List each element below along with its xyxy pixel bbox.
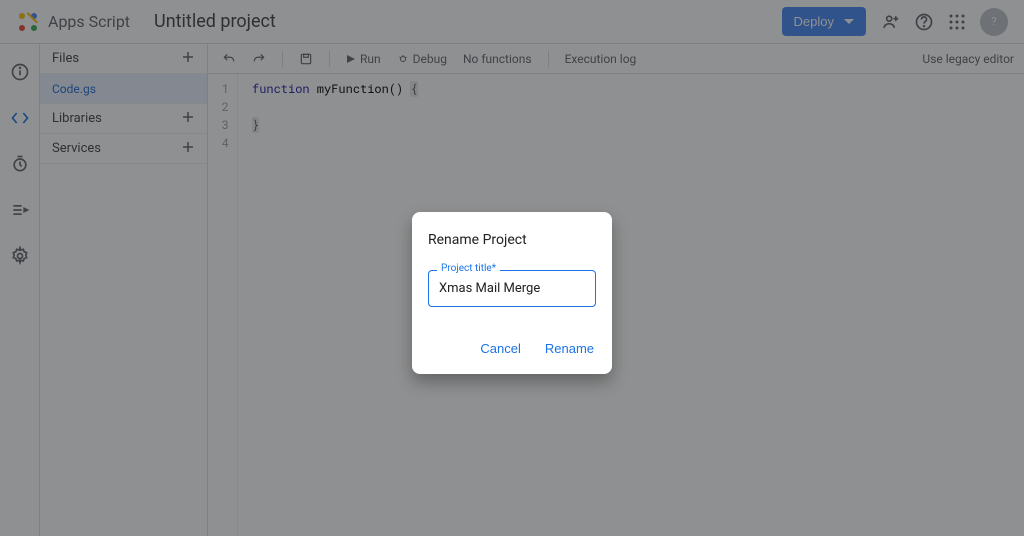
rename-button[interactable]: Rename [543,335,596,362]
modal-overlay[interactable]: Rename Project Project title* Cancel Ren… [0,0,1024,536]
rename-dialog: Rename Project Project title* Cancel Ren… [412,212,612,374]
field-label: Project title* [437,263,500,274]
cancel-button[interactable]: Cancel [478,335,522,362]
dialog-title: Rename Project [428,232,596,248]
project-title-input[interactable] [439,281,585,296]
project-title-field[interactable]: Project title* [428,270,596,307]
